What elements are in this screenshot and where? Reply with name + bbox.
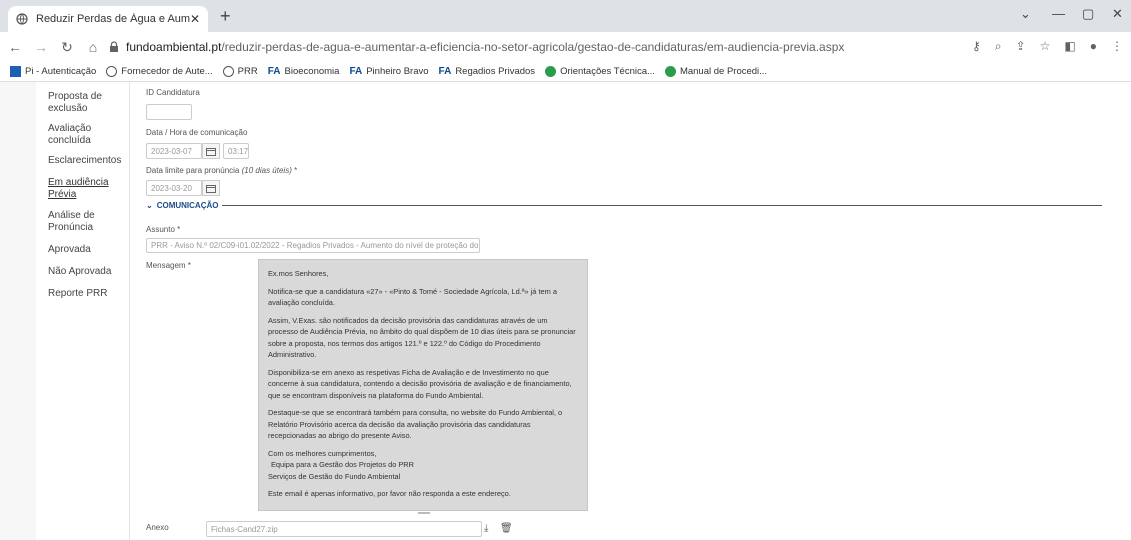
close-window-button[interactable]: ✕ (1112, 6, 1123, 22)
message-paragraph: Notifica-se que a candidatura «27» - «Pi… (268, 286, 557, 308)
pi-icon (10, 66, 21, 77)
sidebar-item-nao-aprovada[interactable]: Não Aprovada (48, 266, 128, 278)
resize-handle[interactable] (418, 512, 430, 514)
sidebar-item-aprovada[interactable]: Aprovada (48, 244, 128, 256)
globe-icon (222, 66, 234, 77)
tab-strip: Reduzir Perdas de Água e Aumen ✕ + ⌄ — ▢… (0, 0, 1131, 32)
new-tab-button[interactable]: + (220, 6, 231, 26)
download-icon[interactable]: ⤓ (484, 523, 488, 534)
sidepanel-icon[interactable]: ◧ (1064, 39, 1075, 54)
minimize-button[interactable]: — (1052, 6, 1065, 21)
message-disclaimer: Este email é apenas informativo, por fav… (268, 489, 511, 498)
section-title: COMUNICAÇÃO (156, 201, 219, 210)
comm-datetime-label: Data / Hora de comunicação (146, 128, 248, 137)
green-circle-icon (545, 66, 557, 77)
fa-icon: FA (438, 66, 452, 77)
share-icon[interactable]: ⇪ (1016, 39, 1026, 54)
sidebar-item-em-audiencia-previa[interactable]: Em audiência Prévia (48, 177, 128, 201)
globe-icon (16, 13, 28, 25)
trash-icon[interactable]: 🗑 (500, 523, 513, 534)
attachment-label: Anexo (146, 523, 169, 532)
section-divider (222, 205, 1102, 206)
menu-icon[interactable]: ⋮ (1111, 39, 1123, 54)
bookmark-pinheiro-bravo[interactable]: FA Pinheiro Bravo (349, 66, 428, 77)
zoom-icon[interactable]: ⌕ (995, 39, 1002, 54)
address-bar[interactable]: fundoambiental.pt/reduzir-perdas-de-agua… (108, 35, 943, 59)
url-host: fundoambiental.pt (126, 40, 222, 54)
globe-icon (106, 66, 118, 77)
id-candidatura-label: ID Candidatura (146, 88, 200, 97)
bookmark-orientacoes[interactable]: Orientações Técnica... (545, 66, 655, 77)
fa-icon: FA (349, 66, 363, 77)
id-candidatura-input[interactable] (146, 104, 192, 120)
bookmark-bioeconomia[interactable]: FA Bioeconomia (268, 66, 340, 77)
subject-label: Assunto * (146, 225, 181, 234)
url-path: /reduzir-perdas-de-agua-e-aumentar-a-efi… (221, 40, 845, 54)
sidebar-item-avaliacao-concluida[interactable]: Avaliação concluída (48, 123, 128, 147)
calendar-icon[interactable] (202, 143, 220, 159)
bookmark-fornecedor[interactable]: Fornecedor de Aute... (106, 66, 213, 77)
comm-date-input[interactable]: 2023-03-07 (146, 143, 202, 159)
main-content: ID Candidatura Data / Hora de comunicaçã… (130, 82, 1131, 540)
chevron-down-icon: ⌄ (146, 201, 153, 210)
page-left-gutter (0, 82, 36, 540)
message-paragraph: Disponibiliza-se em anexo as respetivas … (268, 367, 572, 400)
message-signature-service: Serviços de Gestão do Fundo Ambiental (268, 471, 401, 481)
tab-title: Reduzir Perdas de Água e Aumen (36, 13, 190, 25)
reload-icon[interactable]: ↻ (56, 39, 78, 56)
attachment-input[interactable]: Fichas-Cand27.zip (206, 521, 482, 537)
bookmark-prr[interactable]: PRR (222, 66, 258, 77)
fa-icon: FA (267, 66, 281, 77)
home-icon[interactable]: ⌂ (82, 39, 104, 55)
profile-icon[interactable]: ● (1090, 39, 1097, 54)
limit-date-input[interactable]: 2023-03-20 (146, 180, 202, 196)
message-closing: Com os melhores cumprimentos, (268, 448, 377, 458)
subject-input[interactable]: PRR - Aviso N.º 02/C09-i01.02/2022 - Reg… (146, 238, 480, 253)
message-signature-team: Equipa para a Gestão dos Projetos do PRR (271, 460, 414, 469)
sidebar: Proposta de exclusão Avaliação concluída… (36, 82, 130, 540)
section-comunicacao[interactable]: ⌄ COMUNICAÇÃO (146, 201, 1102, 210)
forward-icon[interactable]: → (30, 39, 52, 55)
limit-date-label: Data limite para pronúncia (10 dias útei… (146, 166, 298, 175)
back-icon[interactable]: ← (4, 39, 26, 55)
browser-tab[interactable]: Reduzir Perdas de Água e Aumen ✕ (8, 6, 208, 32)
calendar-icon[interactable] (202, 180, 220, 196)
message-textarea[interactable]: Ex.mos Senhores, Notifica-se que a candi… (258, 259, 588, 511)
browser-toolbar: ← → ↻ ⌂ fundoambiental.pt/reduzir-perdas… (0, 32, 1131, 62)
key-icon[interactable]: ⚷ (972, 39, 981, 54)
message-paragraph: Assim, V.Exas. são notificados da decisã… (268, 315, 576, 360)
chevron-down-icon[interactable]: ⌄ (1020, 6, 1031, 22)
sidebar-item-esclarecimentos[interactable]: Esclarecimentos (48, 155, 128, 167)
message-greeting: Ex.mos Senhores, (268, 269, 329, 278)
bookmark-pi[interactable]: Pi - Autenticação (10, 66, 96, 77)
restore-button[interactable]: ▢ (1082, 6, 1094, 22)
comm-time-input[interactable]: 03:17 (223, 143, 249, 159)
star-icon[interactable]: ☆ (1040, 39, 1051, 54)
message-paragraph: Destaque-se que se encontrará também par… (268, 408, 563, 440)
bookmark-regadios[interactable]: FA Regadios Privados (439, 66, 536, 77)
sidebar-item-analise-pronuncia[interactable]: Análise de Pronúncia (48, 210, 128, 234)
green-circle-icon (664, 66, 676, 77)
sidebar-item-reporte-prr[interactable]: Reporte PRR (48, 288, 128, 300)
sidebar-item-proposta-exclusao[interactable]: Proposta de exclusão (48, 91, 128, 115)
bookmarks-bar: Pi - Autenticação Fornecedor de Aute... … (0, 62, 1131, 82)
bookmark-manual[interactable]: Manual de Procedi... (664, 66, 767, 77)
lock-icon (110, 41, 118, 52)
close-tab-icon[interactable]: ✕ (190, 12, 200, 26)
message-label: Mensagem * (146, 261, 191, 270)
